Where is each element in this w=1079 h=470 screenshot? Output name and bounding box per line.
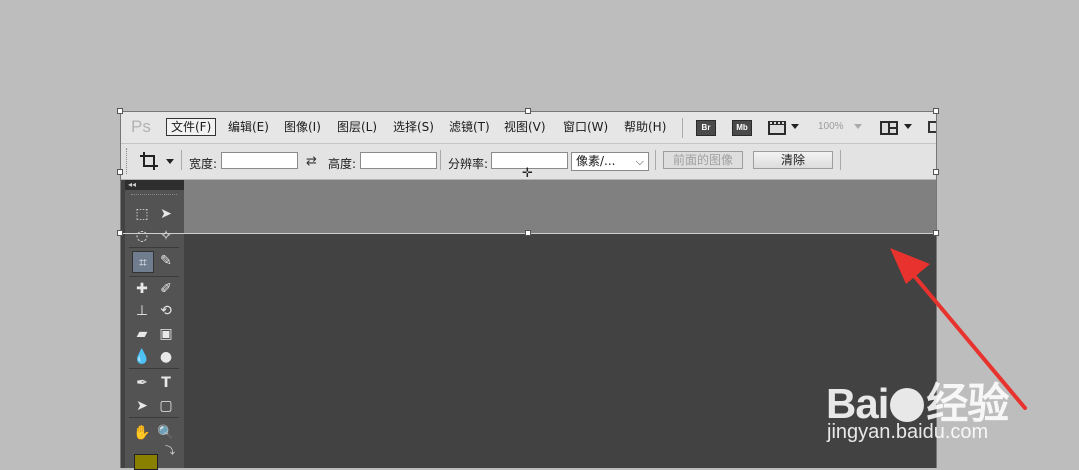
selection-left-edge [120,111,121,468]
transform-handle[interactable] [933,169,939,175]
marquee-tool-icon[interactable]: ⬚ [133,205,151,223]
move-tool-icon[interactable]: ➤ [157,205,175,223]
watermark-url: jingyan.baidu.com [827,421,989,443]
options-separator [655,150,656,170]
width-label: 宽度: [189,157,218,171]
options-separator [440,150,441,170]
eraser-tool-icon[interactable]: ▰ [133,325,151,343]
chevron-down-icon[interactable] [166,159,174,164]
collapse-panel-icon[interactable]: ◂◂ [125,180,184,190]
type-tool-icon[interactable]: T [157,374,175,392]
resolution-label: 分辨率: [448,157,489,171]
film-strip-icon[interactable] [768,120,786,135]
height-label: 高度: [328,157,357,171]
healing-brush-tool-icon[interactable]: ✚ [133,280,151,298]
menu-window[interactable]: 窗口(W) [563,119,608,135]
menu-file[interactable]: 文件(F) [166,118,217,136]
menu-view[interactable]: 视图(V) [504,119,546,135]
bridge-icon[interactable]: Br [696,120,716,136]
chevron-down-icon[interactable] [904,124,912,129]
transform-handle[interactable] [525,230,531,236]
chevron-down-icon[interactable] [854,124,862,129]
tool-separator [129,417,179,418]
photoshop-window: Ps 文件(F) 编辑(E) 图像(I) 图层(L) 选择(S) 滤镜(T) 视… [120,111,936,470]
swap-icon[interactable]: ⇄ [306,154,317,169]
clone-stamp-tool-icon[interactable]: ⊥ [133,302,151,320]
quick-selection-tool-icon[interactable]: ✧ [157,227,175,245]
width-field[interactable] [221,152,298,169]
history-brush-tool-icon[interactable]: ⟲ [157,302,175,320]
chevron-down-icon: ⌵ [635,155,644,168]
options-separator [840,150,841,170]
transform-handle[interactable] [933,230,939,236]
options-separator [181,150,182,170]
menu-separator [682,118,683,138]
crop-tool-icon[interactable]: ⌗ [132,251,154,273]
crop-tool-icon[interactable] [140,152,158,170]
resolution-unit-value: 像素/... [576,154,616,168]
tools-panel: ◂◂ ⬚ ➤ ◌ ✧ ⌗ ✎ ✚ ✐ ⊥ ⟲ ▰ ▣ 💧 ● ✒ T ➤ ▢ ✋… [125,180,184,470]
brush-tool-icon[interactable]: ✐ [157,280,175,298]
watermark-brand: Bai [826,380,889,427]
path-selection-tool-icon[interactable]: ➤ [133,397,151,415]
options-grip [126,148,129,174]
menu-help[interactable]: 帮助(H) [624,119,666,135]
paw-icon [890,388,925,422]
tool-separator [129,276,179,277]
blur-tool-icon[interactable]: 💧 [133,348,151,366]
move-cursor-icon: ✛ [522,166,533,181]
tool-separator [129,247,179,248]
menu-bar: Ps 文件(F) 编辑(E) 图像(I) 图层(L) 选择(S) 滤镜(T) 视… [120,111,936,144]
lasso-tool-icon[interactable]: ◌ [133,227,151,245]
watermark-brand-suffix: 经验 [926,380,1009,427]
front-image-button[interactable]: 前面的图像 [663,151,743,169]
chevron-down-icon[interactable] [791,124,799,129]
menu-filter[interactable]: 滤镜(T) [449,119,490,135]
swap-colors-icon[interactable]: ⤵ [165,442,175,457]
resolution-unit-select[interactable]: 像素/... ⌵ [571,152,649,171]
menu-edit[interactable]: 编辑(E) [228,119,269,135]
gradient-tool-icon[interactable]: ▣ [157,325,175,343]
transform-handle[interactable] [525,108,531,114]
zoom-tool-icon[interactable]: 🔍 [157,424,175,442]
height-field[interactable] [360,152,437,169]
eyedropper-tool-icon[interactable]: ✎ [157,252,175,270]
transform-handle[interactable] [117,108,123,114]
shape-tool-icon[interactable]: ▢ [157,397,175,415]
transform-handle[interactable] [117,169,123,175]
application-frame-band [184,180,936,234]
pen-tool-icon[interactable]: ✒ [133,374,151,392]
screen-mode-icon[interactable] [928,121,936,133]
menu-select[interactable]: 选择(S) [393,119,434,135]
transform-handle[interactable] [117,230,123,236]
menu-layer[interactable]: 图层(L) [337,119,377,135]
mini-bridge-icon[interactable]: Mb [732,120,752,136]
panel-grip [131,194,177,196]
ps-logo: Ps [131,117,151,136]
menu-image[interactable]: 图像(I) [284,119,321,135]
clear-button[interactable]: 清除 [753,151,833,169]
zoom-level[interactable]: 100% [818,121,844,132]
transform-handle[interactable] [933,108,939,114]
dodge-tool-icon[interactable]: ● [157,348,175,366]
hand-tool-icon[interactable]: ✋ [133,424,151,442]
tool-separator [129,368,179,369]
arrange-documents-icon[interactable] [880,120,898,135]
